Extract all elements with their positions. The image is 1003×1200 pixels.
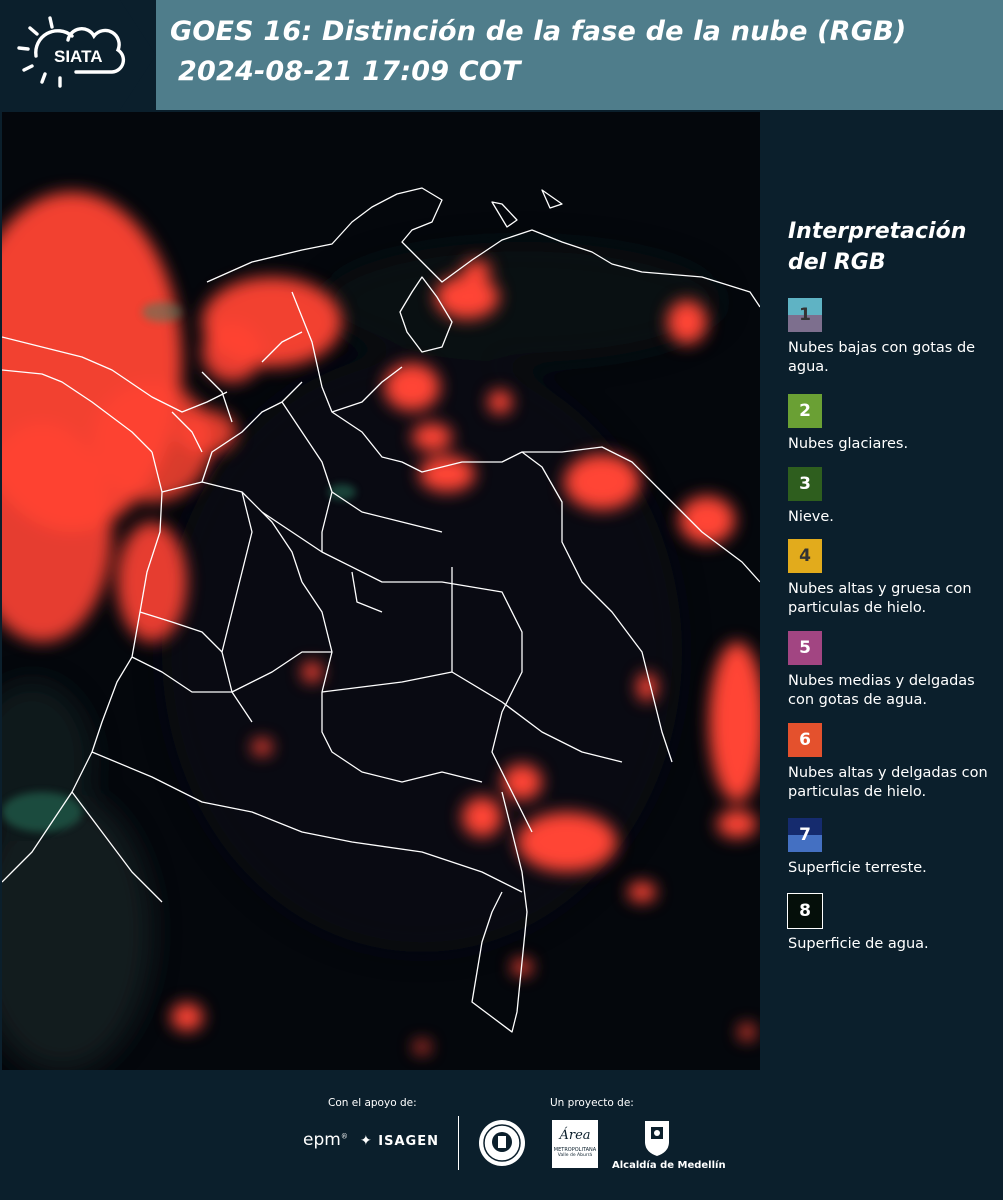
legend-swatch-6: 6 [788, 723, 822, 757]
legend-swatch-4: 4 [788, 539, 822, 573]
legend-label-6: Nubes altas y delgadas con particulas de… [788, 765, 988, 800]
area-metropolitana-logo: Área METROPOLITANA Valle de Aburrá [552, 1120, 598, 1168]
legend-number-5: 5 [799, 638, 811, 658]
legend-item-8: 8 Superficie de agua. [787, 893, 1002, 954]
footer-bar: Con el apoyo de: Un proyecto de: epm® ✦ … [0, 1070, 1003, 1200]
medellin-shield-icon [645, 1121, 669, 1156]
legend-label-5: Nubes medias y delgadas con gotas de agu… [788, 673, 975, 708]
epm-text: epm [303, 1130, 341, 1150]
legend-number-4: 4 [799, 546, 811, 566]
legend-panel: Interpretación del RGB 1 Nubes bajas con… [764, 112, 1003, 1070]
legend-number-6: 6 [799, 730, 811, 750]
legend-item-1: 1 Nubes bajas con gotas de agua. [788, 298, 1002, 377]
support-label: Con el apoyo de: [328, 1097, 417, 1109]
legend-item-3: 3 Nieve. [788, 467, 1002, 527]
area-line2: Valle de Aburrá [557, 1153, 593, 1158]
legend-item-6: 6 Nubes altas y delgadas con particulas … [788, 723, 1002, 802]
siata-logo-icon: SIATA [17, 16, 126, 88]
project-label: Un proyecto de: [550, 1097, 634, 1109]
legend-number-7: 7 [799, 825, 811, 845]
legend-swatch-8: 8 [787, 893, 823, 929]
legend-label-7: Superficie terreste. [788, 860, 927, 876]
legend-swatch-2: 2 [788, 394, 822, 428]
legend-label-1: Nubes bajas con gotas de agua. [788, 340, 976, 375]
legend-number-1: 1 [799, 305, 811, 325]
isagen-text: ISAGEN [378, 1134, 439, 1149]
footer-divider [458, 1116, 459, 1170]
header-bar: SIATA GOES 16: Distinción de la fase de … [0, 0, 1003, 110]
legend-item-7: 7 Superficie terreste. [788, 818, 1002, 878]
legend-item-5: 5 Nubes medias y delgadas con gotas de a… [788, 631, 1002, 710]
legend-swatch-5: 5 [788, 631, 822, 665]
legend-label-4: Nubes altas y gruesa con particulas de h… [788, 581, 972, 616]
seal-icon [479, 1120, 525, 1166]
map-title: GOES 16: Distinción de la fase de la nub… [170, 16, 907, 47]
legend-title: Interpretación del RGB [788, 216, 988, 278]
alcaldia-text: Alcaldía de Medellín [612, 1160, 726, 1171]
legend-number-3: 3 [799, 474, 811, 494]
legend-number-8: 8 [799, 901, 811, 921]
legend-swatch-3: 3 [788, 467, 822, 501]
legend-title-line2: del RGB [788, 250, 886, 275]
legend-number-2: 2 [799, 401, 811, 421]
legend-label-2: Nubes glaciares. [788, 436, 909, 452]
legend-swatch-1: 1 [788, 298, 822, 332]
legend-item-2: 2 Nubes glaciares. [788, 394, 1002, 454]
legend-item-4: 4 Nubes altas y gruesa con particulas de… [788, 539, 1002, 618]
satellite-image [2, 112, 760, 1070]
legend-title-line1: Interpretación [788, 219, 967, 244]
epm-logo: epm® [303, 1130, 348, 1150]
satellite-map[interactable] [2, 112, 760, 1070]
legend-label-8: Superficie de agua. [788, 936, 929, 952]
area-script-text: Área [559, 1128, 591, 1143]
legend-swatch-7: 7 [788, 818, 822, 852]
logo-text: SIATA [54, 47, 102, 66]
legend-label-3: Nieve. [788, 509, 834, 525]
isagen-star-icon: ✦ [360, 1133, 373, 1149]
isagen-logo: ✦ ISAGEN [360, 1133, 439, 1149]
map-timestamp: 2024-08-21 17:09 COT [178, 56, 521, 87]
